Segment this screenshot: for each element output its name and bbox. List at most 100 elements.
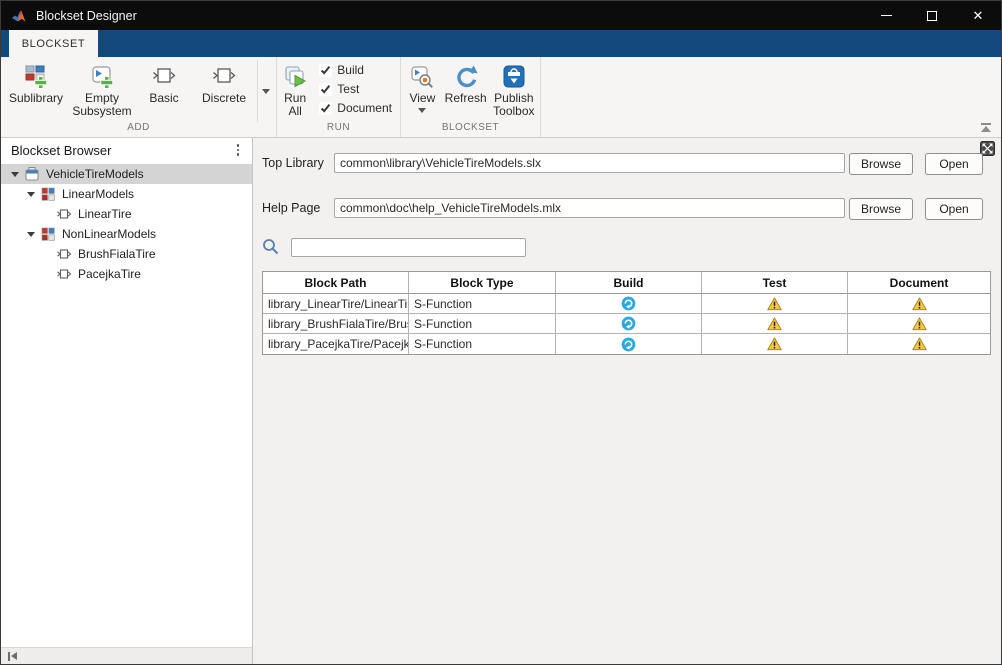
test-status-cell [702, 314, 848, 333]
warning-icon [767, 337, 782, 351]
warning-icon [767, 297, 782, 311]
blockset-detail-panel: Top Library Browse Open Help Page Browse… [253, 138, 1001, 664]
block-icon [56, 206, 72, 222]
collapse-toolstrip-icon [981, 123, 991, 125]
toolstrip-group-run: Run All Build Test Document [277, 57, 401, 137]
build-in-progress-icon [621, 316, 636, 331]
sublibrary-icon [40, 226, 56, 242]
tree-item-label: PacejkaTire [78, 267, 141, 281]
document-checkbox-row: Document [319, 101, 392, 115]
toolstrip-group-add: Sublibrary Empty Subsystem [1, 57, 277, 137]
tree-item-lineartire[interactable]: LinearTire [1, 204, 252, 224]
top-library-input[interactable] [334, 153, 845, 173]
col-header-build[interactable]: Build [556, 272, 702, 293]
publish-toolbox-label: Publish Toolbox [493, 92, 535, 118]
table-row[interactable]: library_LinearTire/LinearTire S-Function [263, 294, 990, 314]
block-type-cell: S-Function [409, 334, 556, 354]
basic-button[interactable]: Basic [135, 60, 193, 107]
matlab-logo-icon [11, 7, 28, 24]
run-all-label: Run All [282, 92, 308, 118]
tree-item-nonlinearmodels[interactable]: NonLinearModels [1, 224, 252, 244]
empty-subsystem-button[interactable]: Empty Subsystem [69, 60, 135, 120]
maximize-button[interactable] [909, 1, 955, 30]
search-icon [262, 238, 280, 256]
add-group-label: ADD [1, 122, 276, 137]
expander-icon[interactable] [11, 172, 19, 177]
refresh-label: Refresh [445, 92, 487, 105]
sublibrary-button[interactable]: Sublibrary [3, 60, 69, 107]
minimize-button[interactable] [863, 1, 909, 30]
document-status-cell [848, 334, 990, 354]
library-icon [24, 166, 40, 182]
top-library-label: Top Library [262, 153, 324, 174]
maximize-icon [927, 11, 937, 21]
toolstrip-group-blockset: View Refresh [401, 57, 541, 137]
discrete-block-icon [211, 62, 237, 92]
collapse-toolstrip-arrow-icon [981, 126, 991, 132]
build-checkbox-label: Build [337, 63, 364, 77]
panel-menu-icon[interactable] [234, 141, 243, 159]
help-page-open-button[interactable]: Open [925, 198, 983, 220]
document-status-cell [848, 294, 990, 313]
empty-subsystem-icon [89, 62, 115, 92]
run-group-label: RUN [277, 122, 400, 137]
publish-toolbox-button[interactable]: Publish Toolbox [490, 60, 538, 120]
main-area: Blockset Browser VehicleTireModels [1, 138, 1001, 664]
toolstrip: Sublibrary Empty Subsystem [1, 57, 1001, 138]
test-checkbox[interactable] [319, 83, 332, 96]
sublibrary-icon [23, 62, 49, 92]
tree-item-brushfialatire[interactable]: BrushFialaTire [1, 244, 252, 264]
sidebar-scrollbar[interactable] [1, 647, 252, 664]
table-header-row: Block Path Block Type Build Test Documen… [263, 272, 990, 294]
document-checkbox[interactable] [319, 102, 332, 115]
help-page-input[interactable] [334, 198, 845, 218]
expander-icon[interactable] [27, 192, 35, 197]
block-icon [56, 266, 72, 282]
top-library-browse-button[interactable]: Browse [849, 153, 913, 175]
table-row[interactable]: library_BrushFialaTire/Brus... S-Functio… [263, 314, 990, 334]
col-header-test[interactable]: Test [702, 272, 848, 293]
publish-toolbox-icon [501, 62, 527, 92]
top-library-open-button[interactable]: Open [925, 153, 983, 175]
title-bar: Blockset Designer ✕ [1, 1, 1001, 30]
build-checkbox[interactable] [319, 64, 332, 77]
basic-block-icon [151, 62, 177, 92]
block-icon [56, 246, 72, 262]
search-input[interactable] [291, 238, 526, 257]
empty-subsystem-label: Empty Subsystem [72, 92, 132, 118]
close-button[interactable]: ✕ [955, 1, 1001, 30]
build-status-cell [556, 294, 702, 313]
help-page-label: Help Page [262, 198, 320, 219]
col-header-block-type[interactable]: Block Type [409, 272, 556, 293]
blockset-group-label: BLOCKSET [401, 122, 540, 137]
view-button[interactable]: View [403, 60, 442, 115]
tree-item-vehicletiremodels[interactable]: VehicleTireModels [1, 164, 252, 184]
discrete-label: Discrete [202, 92, 246, 105]
refresh-button[interactable]: Refresh [442, 60, 490, 107]
blockset-designer-window: Blockset Designer ✕ BLOCKSET [0, 0, 1002, 665]
tree-item-linearmodels[interactable]: LinearModels [1, 184, 252, 204]
collapse-panel-icon[interactable] [8, 652, 17, 661]
col-header-document[interactable]: Document [848, 272, 990, 293]
expander-icon[interactable] [27, 232, 35, 237]
refresh-icon [453, 62, 479, 92]
collapse-toolstrip-button[interactable] [980, 123, 992, 132]
col-header-block-path[interactable]: Block Path [263, 272, 409, 293]
view-icon [409, 62, 435, 92]
tab-blockset[interactable]: BLOCKSET [9, 30, 98, 57]
run-options: Build Test Document [311, 60, 398, 115]
tree-item-pacejkatire[interactable]: PacejkaTire [1, 264, 252, 284]
help-page-browse-button[interactable]: Browse [849, 198, 913, 220]
table-row[interactable]: library_PacejkaTire/Pacejka... S-Functio… [263, 334, 990, 354]
add-gallery-dropdown-button[interactable] [257, 60, 274, 122]
build-status-cell [556, 334, 702, 354]
discrete-button[interactable]: Discrete [193, 60, 255, 107]
chevron-down-icon [262, 89, 270, 94]
close-icon: ✕ [973, 9, 984, 22]
build-in-progress-icon [621, 337, 636, 352]
block-type-cell: S-Function [409, 294, 556, 313]
run-all-button[interactable]: Run All [279, 60, 311, 120]
blocks-table: Block Path Block Type Build Test Documen… [262, 271, 991, 355]
test-status-cell [702, 294, 848, 313]
basic-label: Basic [149, 92, 178, 105]
